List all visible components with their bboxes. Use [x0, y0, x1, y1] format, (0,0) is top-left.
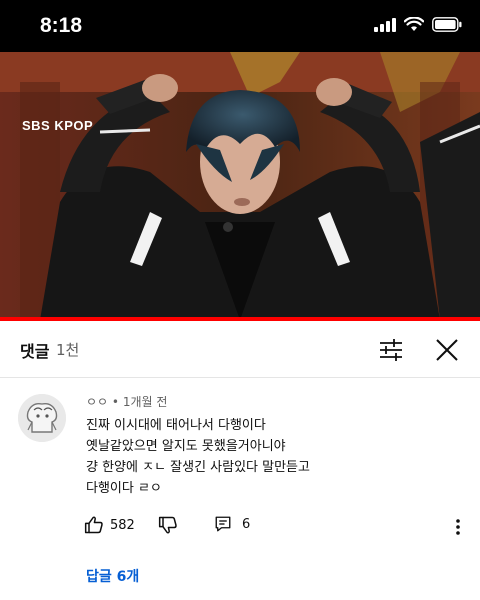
cellular-signal-icon — [374, 17, 396, 32]
like-count: 582 — [110, 517, 135, 533]
thumbs-up-icon — [84, 516, 103, 534]
thumbs-down-icon — [158, 516, 177, 534]
comment-meta: ㅇㅇ • 1개월 전 — [86, 393, 167, 410]
comments-header: 댓글 1천 — [0, 321, 480, 378]
status-icons — [374, 17, 462, 32]
comments-title: 댓글 — [20, 342, 50, 361]
comment-actions: 582 6 — [84, 515, 474, 539]
comment-text: 진짜 이시대에 태어나서 다행이다 옛날같았으면 알지도 못했을거아니야 걍 한… — [86, 415, 456, 499]
comment-item: ㅇㅇ • 1개월 전 진짜 이시대에 태어나서 다행이다 옛날같았으면 알지도 … — [0, 378, 480, 600]
avatar[interactable] — [18, 394, 66, 442]
close-comments-button[interactable] — [434, 337, 460, 363]
reply-button[interactable]: 6 — [214, 515, 250, 533]
more-vert-icon — [456, 519, 460, 535]
video-player[interactable]: SBS KPOP — [0, 52, 480, 320]
dislike-button[interactable] — [158, 515, 178, 535]
status-time: 8:18 — [40, 14, 83, 37]
close-icon — [436, 339, 458, 361]
comment-line: 걍 한양에 ㅈㄴ 잘생긴 사람있다 말만듣고 — [86, 460, 310, 475]
comment-time: 1개월 전 — [122, 395, 168, 409]
status-bar: 8:18 — [0, 0, 480, 52]
view-replies-link[interactable]: 답글 6개 — [86, 566, 139, 586]
battery-icon — [432, 17, 462, 32]
comment-more-button[interactable] — [454, 517, 462, 537]
comment-line: 진짜 이시대에 태어나서 다행이다 — [86, 418, 266, 433]
like-button[interactable]: 582 — [84, 515, 135, 535]
avatar-image — [18, 394, 66, 442]
reply-icon — [215, 516, 231, 532]
filter-button[interactable] — [378, 337, 404, 363]
wifi-icon — [404, 17, 424, 31]
comment-line: 옛날같았으면 알지도 못했을거아니야 — [86, 439, 286, 454]
meta-separator: • — [111, 395, 119, 409]
channel-logo: SBS KPOP — [22, 118, 94, 133]
filter-sliders-icon — [380, 339, 402, 361]
comments-count: 1천 — [56, 341, 80, 359]
video-frame — [0, 52, 480, 320]
comment-line: 다행이다 ㄹㅇ — [86, 481, 162, 496]
comment-author[interactable]: ㅇㅇ — [86, 395, 108, 409]
reply-count: 6 — [242, 516, 251, 532]
